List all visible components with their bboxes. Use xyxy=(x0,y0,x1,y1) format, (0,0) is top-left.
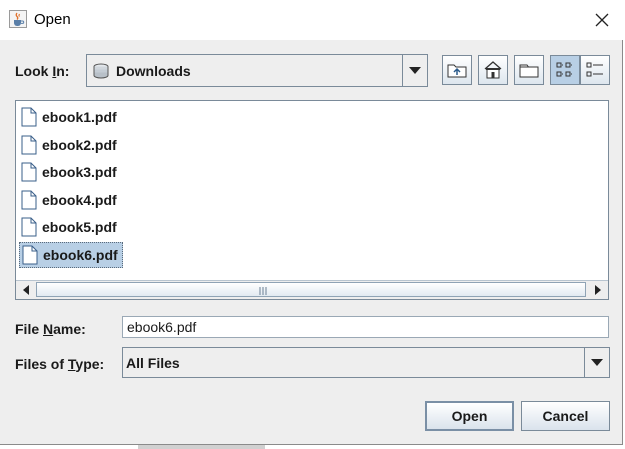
look-in-dropdown-button[interactable] xyxy=(402,55,427,86)
details-view-button[interactable] xyxy=(580,55,610,85)
arrow-left-icon xyxy=(23,284,29,295)
file-name-label: ebook6.pdf xyxy=(43,247,118,263)
file-name-label: ebook4.pdf xyxy=(42,192,117,208)
file-item[interactable]: ebook3.pdf xyxy=(19,160,121,184)
file-icon xyxy=(21,190,37,210)
files-of-type-label-post: ype: xyxy=(75,356,105,372)
file-icon xyxy=(21,217,37,237)
file-name-label-mnemonic: N xyxy=(43,321,54,337)
file-name-label: ebook3.pdf xyxy=(42,164,117,180)
file-item[interactable]: ebook2.pdf xyxy=(19,133,121,157)
file-icon xyxy=(22,245,38,265)
file-name-input[interactable] xyxy=(122,316,609,338)
up-one-level-button[interactable] xyxy=(442,55,472,85)
folder-up-icon xyxy=(447,64,467,78)
file-name-label: ebook5.pdf xyxy=(42,219,117,235)
files-of-type-label-pre: Files of xyxy=(15,356,68,372)
home-button[interactable] xyxy=(478,55,508,85)
arrow-right-icon xyxy=(595,284,601,295)
file-name-label-pre: File xyxy=(15,321,44,337)
drive-icon xyxy=(92,63,110,84)
files-of-type-dropdown-button[interactable] xyxy=(584,348,609,377)
look-in-value: Downloads xyxy=(116,62,191,79)
file-name-label-post: ame: xyxy=(53,321,86,337)
open-button[interactable]: Open xyxy=(425,401,514,431)
chevron-down-icon xyxy=(591,359,603,366)
look-in-combo[interactable]: Downloads xyxy=(86,54,428,87)
details-view-icon xyxy=(586,62,603,77)
file-icon xyxy=(21,135,37,155)
file-name-label: File Name: xyxy=(15,321,86,337)
new-folder-icon xyxy=(519,64,539,78)
scroll-right-button[interactable] xyxy=(589,281,607,298)
title-bar: Open xyxy=(0,0,623,40)
home-icon xyxy=(484,61,502,79)
file-icon xyxy=(21,107,37,127)
look-in-label-pre: Look xyxy=(15,63,53,79)
file-item-selected[interactable]: ebook6.pdf xyxy=(19,242,123,268)
horizontal-scrollbar[interactable] xyxy=(16,280,608,299)
new-folder-button[interactable] xyxy=(514,55,544,85)
open-dialog: Open Look In: Downloads ebook1.pdf ebook… xyxy=(0,0,623,445)
look-in-label: Look In: xyxy=(15,63,69,79)
scroll-thumb[interactable] xyxy=(36,282,586,297)
close-button[interactable] xyxy=(588,6,616,34)
file-name-label: ebook2.pdf xyxy=(42,137,117,153)
chevron-down-icon xyxy=(409,67,421,74)
file-item[interactable]: ebook1.pdf xyxy=(19,105,121,129)
close-icon xyxy=(595,13,609,27)
file-item[interactable]: ebook5.pdf xyxy=(19,215,121,239)
look-in-label-post: n: xyxy=(56,63,70,79)
list-view-button[interactable] xyxy=(550,55,580,85)
list-view-icon xyxy=(556,62,573,77)
window-title: Open xyxy=(34,11,71,28)
file-item[interactable]: ebook4.pdf xyxy=(19,188,121,212)
java-cup-icon xyxy=(9,10,27,28)
grip-icon xyxy=(255,284,271,297)
file-icon xyxy=(21,162,37,182)
scroll-left-button[interactable] xyxy=(17,281,35,298)
files-of-type-label: Files of Type: xyxy=(15,356,104,372)
files-of-type-combo[interactable]: All Files xyxy=(122,347,610,378)
cancel-button[interactable]: Cancel xyxy=(521,401,610,431)
file-name-label: ebook1.pdf xyxy=(42,109,117,125)
file-list[interactable]: ebook1.pdf ebook2.pdf ebook3.pdf ebook4.… xyxy=(15,100,609,300)
taskbar-fragment xyxy=(138,445,265,449)
files-of-type-value: All Files xyxy=(126,354,180,371)
